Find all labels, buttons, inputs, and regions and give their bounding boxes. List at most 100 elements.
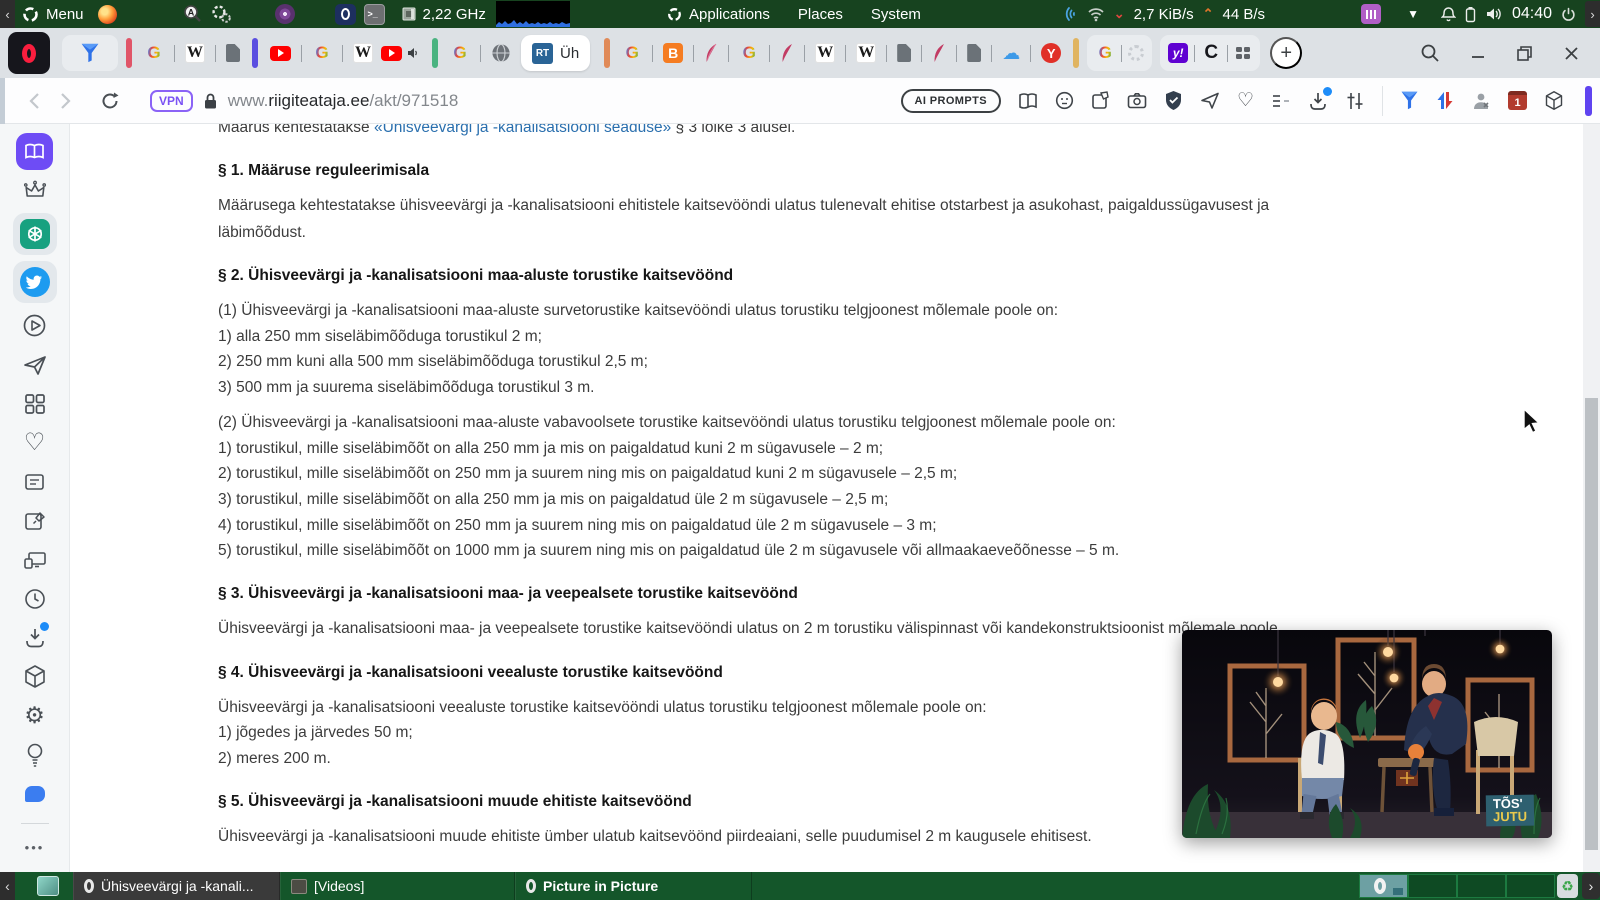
- sidebar-item-pinboard[interactable]: [0, 501, 69, 540]
- tab-apache-doc-2[interactable]: [776, 35, 798, 71]
- tab-google-4[interactable]: G: [618, 35, 646, 71]
- tab-apache-doc-3[interactable]: [928, 35, 950, 71]
- taskbar-item-document[interactable]: Ühisveevärgi ja -kanali...: [73, 872, 280, 900]
- settings-gears-icon[interactable]: [211, 4, 233, 24]
- minimize-button[interactable]: [1470, 45, 1486, 61]
- sidebar-item-player[interactable]: [0, 306, 69, 345]
- sidebar-item-news[interactable]: [0, 462, 69, 501]
- pip-video-window[interactable]: TÕS' JUTU: [1182, 630, 1552, 838]
- tab-groups-icon[interactable]: [1234, 44, 1252, 62]
- sidebar-item-twitter[interactable]: [0, 258, 69, 306]
- tab-google[interactable]: G: [140, 35, 168, 71]
- tab-document-2[interactable]: [893, 35, 915, 71]
- sidebar-item-speed-dial[interactable]: [0, 384, 69, 423]
- downloads-icon[interactable]: [1308, 86, 1332, 111]
- network-signal-icon[interactable]: [1062, 5, 1078, 23]
- sidebar-item-chatgpt[interactable]: [0, 210, 69, 258]
- sidebar-item-favorites[interactable]: ♡: [0, 423, 69, 462]
- clock-label[interactable]: 04:40: [1512, 5, 1552, 23]
- show-desktop-button[interactable]: [37, 876, 59, 896]
- tab-youtube-playing[interactable]: [377, 35, 424, 71]
- system-menu[interactable]: System: [862, 0, 930, 28]
- applications-menu[interactable]: Applications: [658, 0, 779, 28]
- reader-view-icon[interactable]: [1018, 92, 1038, 110]
- tab-google-6[interactable]: G: [1087, 35, 1153, 71]
- tor-browser-launcher-icon[interactable]: [274, 4, 295, 24]
- tab-pinned-vpn-start[interactable]: [62, 35, 118, 71]
- vpn-extension-icon[interactable]: [1400, 90, 1419, 111]
- tab-blogger[interactable]: B: [659, 35, 687, 71]
- claude-favicon[interactable]: C: [1201, 42, 1221, 63]
- tab-group-red[interactable]: [126, 38, 132, 68]
- tab-apache-doc[interactable]: [700, 35, 722, 71]
- tab-group-tan[interactable]: [1073, 38, 1080, 68]
- tab-wikipedia-2[interactable]: W: [349, 35, 377, 71]
- tab-globe[interactable]: [487, 35, 515, 71]
- cpu-frequency-label[interactable]: 2,22 GHz: [423, 6, 486, 23]
- tray-app-icon[interactable]: [1361, 4, 1382, 24]
- trash-applet-button[interactable]: ♻: [1557, 874, 1578, 898]
- sidebar-toggle-pill[interactable]: [1585, 85, 1592, 116]
- tab-google-5[interactable]: G: [735, 35, 763, 71]
- system-menu-button[interactable]: Menu: [15, 0, 92, 28]
- power-icon[interactable]: [1561, 7, 1576, 22]
- adblock-extension-badge[interactable]: 1: [1508, 91, 1527, 110]
- send-page-icon[interactable]: [1200, 91, 1220, 110]
- taskbar-collapse-left-button[interactable]: ‹: [0, 872, 15, 900]
- taskbar-collapse-right-button[interactable]: ›: [1582, 873, 1600, 899]
- tab-google-2[interactable]: G: [308, 35, 336, 71]
- sidebar-overflow-button[interactable]: •••: [0, 828, 69, 867]
- panel-collapse-right-button[interactable]: ›: [1585, 1, 1600, 27]
- tune-icon[interactable]: [1345, 91, 1365, 111]
- tab-group-green[interactable]: [432, 38, 438, 68]
- tab-cluster-right[interactable]: y! C: [1160, 35, 1261, 71]
- taskbar-item-videos[interactable]: [Videos]: [280, 872, 515, 900]
- restore-window-button[interactable]: [1516, 45, 1533, 62]
- taskbar-item-pip[interactable]: Picture in Picture: [515, 872, 752, 900]
- tab-yandex[interactable]: Y: [1037, 35, 1065, 71]
- page-scrollbar[interactable]: [1583, 124, 1600, 872]
- sidebar-item-aria-crown[interactable]: [0, 171, 69, 210]
- vpn-badge[interactable]: VPN: [150, 89, 193, 112]
- close-window-button[interactable]: [1563, 45, 1580, 62]
- sidebar-item-telegram[interactable]: [0, 345, 69, 384]
- battery-icon[interactable]: [1465, 6, 1476, 23]
- address-url[interactable]: www.riigiteataja.ee/akt/971518: [228, 91, 459, 111]
- sidebar-item-bookmarks[interactable]: [0, 132, 69, 171]
- wifi-icon[interactable]: [1087, 7, 1105, 22]
- extension-cube-icon[interactable]: [1544, 90, 1564, 111]
- sidebar-item-messenger[interactable]: [0, 774, 69, 813]
- notifications-bell-icon[interactable]: [1440, 6, 1456, 23]
- tab-cloud[interactable]: ☁: [998, 35, 1024, 71]
- tray-indicator-icon[interactable]: ▼: [1407, 7, 1419, 21]
- tab-group-purple[interactable]: [252, 38, 258, 68]
- workspace-3[interactable]: [1457, 874, 1506, 898]
- workspace-2[interactable]: [1408, 874, 1457, 898]
- tab-group-orange[interactable]: [604, 38, 611, 68]
- back-button[interactable]: [28, 92, 40, 110]
- tab-youtube[interactable]: [266, 35, 295, 71]
- snapshot-edit-icon[interactable]: [1091, 91, 1110, 110]
- law-reference-link[interactable]: «Ühisveevärgi ja -kanalisatsiooni seadus…: [374, 124, 671, 136]
- tab-audio-icon[interactable]: [407, 47, 420, 59]
- tab-document-3[interactable]: [963, 35, 985, 71]
- camera-icon[interactable]: [1127, 92, 1147, 109]
- places-menu[interactable]: Places: [789, 0, 852, 28]
- sidebar-item-extensions[interactable]: [0, 657, 69, 696]
- opera-launcher-icon[interactable]: [334, 3, 356, 25]
- volume-icon[interactable]: [1485, 6, 1503, 22]
- shield-check-icon[interactable]: [1164, 90, 1183, 111]
- reload-button[interactable]: [100, 91, 120, 111]
- tab-wikipedia-3[interactable]: W: [811, 35, 839, 71]
- workspace-4[interactable]: [1506, 874, 1555, 898]
- tab-document[interactable]: [222, 35, 244, 71]
- sidebar-item-history[interactable]: [0, 579, 69, 618]
- bookmark-heart-icon[interactable]: ♡: [1237, 89, 1254, 112]
- terminal-launcher-icon[interactable]: >_: [363, 3, 385, 25]
- reading-list-icon[interactable]: [1271, 93, 1291, 109]
- ai-prompts-button[interactable]: AI PROMPTS: [900, 88, 1001, 113]
- search-tabs-icon[interactable]: [1420, 43, 1440, 63]
- sidebar-item-settings[interactable]: ⚙: [0, 696, 69, 735]
- search-tool-icon[interactable]: A: [183, 4, 203, 24]
- privacy-extension-icon[interactable]: [1471, 91, 1491, 111]
